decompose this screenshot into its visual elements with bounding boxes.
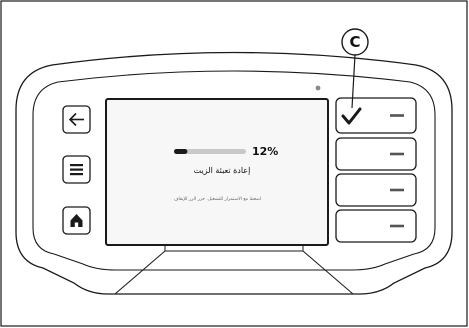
indicator-light <box>315 85 321 91</box>
right-button-2[interactable] <box>335 137 417 171</box>
dash-icon <box>390 188 404 192</box>
instrument-display-diagram: C 12% إعادة تعبئة الزيت اضغط مع الاستمرا… <box>0 0 469 328</box>
dash-icon <box>390 224 404 228</box>
diagram-artwork <box>0 0 468 327</box>
left-button-menu[interactable] <box>62 155 91 184</box>
menu-lines-icon <box>70 164 83 176</box>
right-button-4[interactable] <box>335 209 417 243</box>
housing-bottom-facet <box>114 250 354 295</box>
right-button-3[interactable] <box>335 173 417 207</box>
screen-title: إعادة تعبئة الزيت <box>193 166 251 175</box>
dash-icon <box>390 114 404 117</box>
left-button-home[interactable] <box>62 206 91 235</box>
screen-hint: اضغط مع الاستمرار للتشغيل. حرر الزر للإي… <box>173 197 262 202</box>
right-button-1[interactable] <box>335 97 417 134</box>
left-button-back[interactable] <box>62 105 91 134</box>
callout-letter: C <box>349 33 361 51</box>
progress-percent-label: 12% <box>252 145 279 158</box>
progress-fill <box>174 149 188 154</box>
dash-icon <box>390 152 404 156</box>
